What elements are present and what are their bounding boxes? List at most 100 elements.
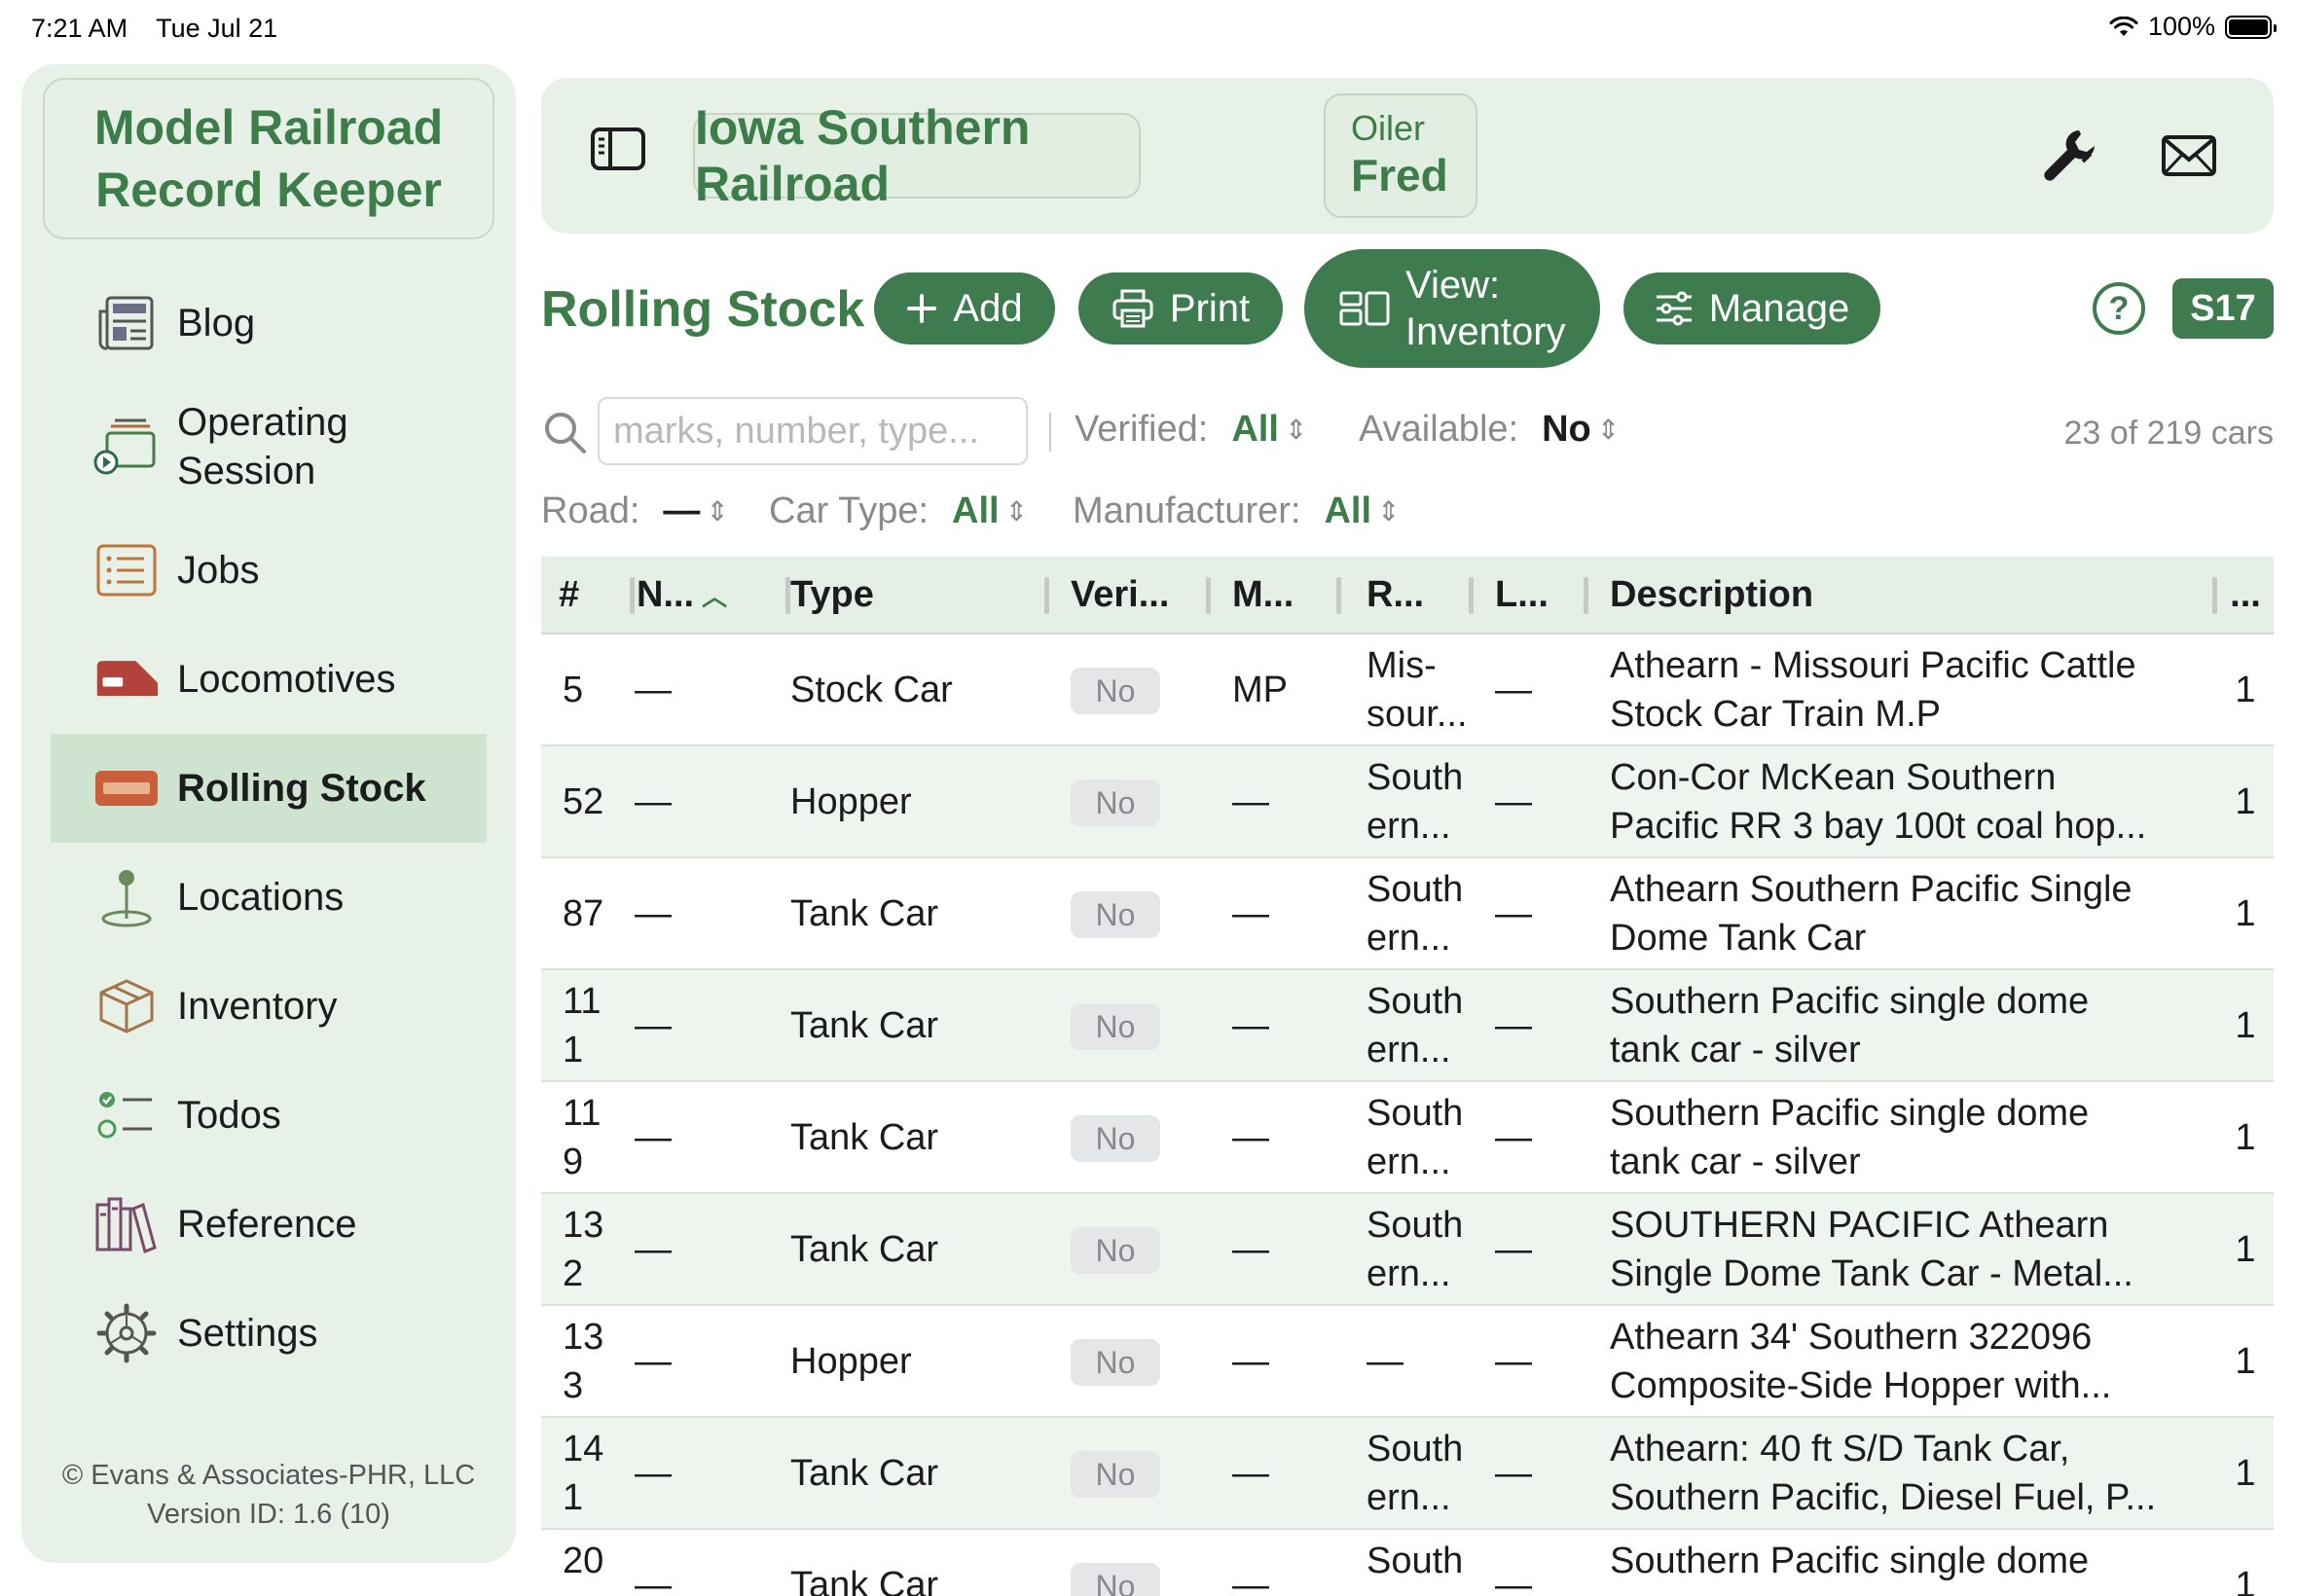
user-button[interactable]: Oiler Fred	[1324, 93, 1477, 218]
cell-location: —	[1495, 892, 1532, 934]
sidebar-item-operating-session[interactable]: Operating Session	[51, 378, 487, 516]
table-row[interactable]: 87 — Tank Car No — South ern... — Athearn South…	[541, 858, 2274, 970]
sidebar-item-settings[interactable]: Settings	[51, 1279, 487, 1388]
cell-type: Tank Car	[790, 1452, 939, 1494]
verified-badge: No	[1071, 1338, 1160, 1386]
manage-button-label: Manage	[1708, 286, 1850, 330]
column-header-type[interactable]: Type	[790, 556, 1049, 634]
copyright-text: © Evans & Associates-PHR, LLC	[61, 1460, 476, 1491]
table-row[interactable]: 11 9 — Tank Car No — South ern... — Southern Pa…	[541, 1082, 2274, 1194]
sidebar-item-inventory[interactable]: Inventory	[51, 952, 487, 1061]
cell-manufacturer: MP	[1232, 669, 1288, 710]
view-button-label: View: Inventory	[1405, 264, 1566, 353]
view-layout-icon	[1339, 291, 1390, 326]
cell-verified: No	[1049, 889, 1211, 938]
status-time: 7:21 AM	[31, 14, 128, 43]
add-button[interactable]: Add	[874, 272, 1055, 345]
manage-button[interactable]: Manage	[1623, 272, 1880, 345]
cell-name: —	[635, 1228, 672, 1270]
cell-description: SOUTHERN PACIFIC Athearn Single Dome Tan…	[1610, 1204, 2133, 1294]
sidebar-item-label: Blog	[177, 302, 256, 345]
cell-manufacturer: —	[1232, 1340, 1269, 1382]
railroad-name: Iowa Southern Railroad	[695, 100, 1031, 211]
cell-road: South ern...	[1367, 1092, 1464, 1182]
sidebar-item-locations[interactable]: Locations	[51, 843, 487, 952]
header-bar: Iowa Southern Railroad Oiler Fred	[541, 78, 2274, 234]
toggle-sidebar-button[interactable]	[590, 127, 646, 183]
updown-chevron-icon: ⇕	[1377, 496, 1401, 526]
sidebar-item-todos[interactable]: Todos	[51, 1061, 487, 1170]
column-header-name[interactable]: N... ︿	[635, 556, 790, 634]
sidebar-item-reference[interactable]: Reference	[51, 1170, 487, 1279]
verified-badge: No	[1071, 1226, 1160, 1274]
question-icon: ?	[2108, 289, 2130, 327]
table-row[interactable]: 13 2 — Tank Car No — South ern... — SOUTHERN PA…	[541, 1194, 2274, 1306]
column-header-location[interactable]: L...	[1474, 556, 1588, 634]
cell-location: —	[1495, 669, 1532, 710]
filter-divider	[1049, 413, 1051, 452]
status-date: Tue Jul 21	[156, 14, 278, 43]
add-button-label: Add	[953, 286, 1023, 330]
cell-type: Tank Car	[790, 1004, 939, 1046]
view-mode-button[interactable]: View: Inventory	[1304, 249, 1600, 368]
search-input[interactable]	[598, 397, 1028, 465]
cell-type: Tank Car	[790, 1564, 939, 1596]
print-button[interactable]: Print	[1078, 272, 1283, 345]
column-header-verified[interactable]: Veri...	[1049, 556, 1211, 634]
cell-manufacturer: —	[1232, 892, 1269, 934]
sidebar-item-locomotives[interactable]: Locomotives	[51, 625, 487, 734]
tools-button[interactable]	[2040, 125, 2100, 185]
table-row[interactable]: 13 3 — Hopper No — — — Athearn 34' Southern 322…	[541, 1306, 2274, 1418]
list-icon	[93, 537, 160, 603]
help-button[interactable]: ?	[2093, 282, 2145, 335]
available-filter[interactable]: Available: No ⇕	[1359, 409, 1620, 451]
cell-verified: No	[1049, 778, 1211, 826]
verified-badge: No	[1071, 1002, 1160, 1050]
column-header-manufacturer[interactable]: M...	[1211, 556, 1341, 634]
sidebar-item-label: Jobs	[177, 549, 260, 592]
column-header-number[interactable]: #	[541, 556, 635, 634]
cell-verified: No	[1049, 1225, 1211, 1274]
sidebar-item-jobs[interactable]: Jobs	[51, 516, 487, 625]
scale-badge-button[interactable]: S17	[2172, 278, 2274, 339]
table-row[interactable]: 11 1 — Tank Car No — South ern... — Southern Pa…	[541, 970, 2274, 1082]
column-header-description[interactable]: Description	[1588, 556, 2217, 634]
cell-manufacturer: —	[1232, 780, 1269, 822]
sidebar-footer: © Evans & Associates-PHR, LLC Version ID…	[21, 1456, 516, 1534]
table-row[interactable]: 52 — Hopper No — South ern... — Con-Cor McKean …	[541, 746, 2274, 858]
verified-badge: No	[1071, 1114, 1160, 1162]
updown-chevron-icon: ⇕	[706, 496, 729, 526]
table-row[interactable]: 14 1 — Tank Car No — South ern... — Athearn: 40…	[541, 1418, 2274, 1530]
table-row[interactable]: 5 — Stock Car No MP Mis- sour... — Athearn - Mi…	[541, 635, 2274, 746]
cell-description: Athearn 34' Southern 322096 Composite-Si…	[1610, 1316, 2112, 1406]
road-filter[interactable]: Road: — ⇕	[541, 490, 729, 532]
cell-number: 13 3	[563, 1316, 604, 1406]
cell-quantity: 1	[2235, 1228, 2256, 1270]
verified-badge: No	[1071, 1450, 1160, 1498]
sidebar-toggle-icon	[591, 127, 645, 170]
cell-road: South ern...	[1367, 1428, 1464, 1518]
user-name: Fred	[1351, 150, 1448, 200]
car-type-filter[interactable]: Car Type: All ⇕	[769, 490, 1028, 532]
cell-type: Stock Car	[790, 669, 953, 710]
verified-filter[interactable]: Verified: All ⇕	[1075, 409, 1307, 451]
cell-location: —	[1495, 1564, 1532, 1596]
sidebar-item-blog[interactable]: Blog	[51, 269, 487, 378]
cell-name: —	[635, 1340, 672, 1382]
manufacturer-filter[interactable]: Manufacturer: All ⇕	[1073, 490, 1400, 532]
cell-name: —	[635, 1116, 672, 1158]
cell-name: —	[635, 1564, 672, 1596]
cell-manufacturer: —	[1232, 1116, 1269, 1158]
column-header-road[interactable]: R...	[1341, 556, 1474, 634]
available-filter-value: No	[1542, 409, 1591, 450]
table-row[interactable]: 20 — — Tank Car No — South — — Southern Pacific…	[541, 1530, 2274, 1596]
verified-filter-label: Verified:	[1075, 409, 1209, 450]
sidebar-item-rolling-stock[interactable]: Rolling Stock	[51, 734, 487, 843]
column-header-more[interactable]: ...	[2217, 556, 2274, 634]
mail-button[interactable]	[2161, 134, 2217, 177]
updown-chevron-icon: ⇕	[1284, 415, 1308, 445]
verified-filter-value: All	[1231, 409, 1279, 450]
cell-verified: No	[1049, 1561, 1211, 1596]
cell-name: —	[635, 892, 672, 934]
railroad-selector-button[interactable]: Iowa Southern Railroad	[693, 100, 1141, 211]
